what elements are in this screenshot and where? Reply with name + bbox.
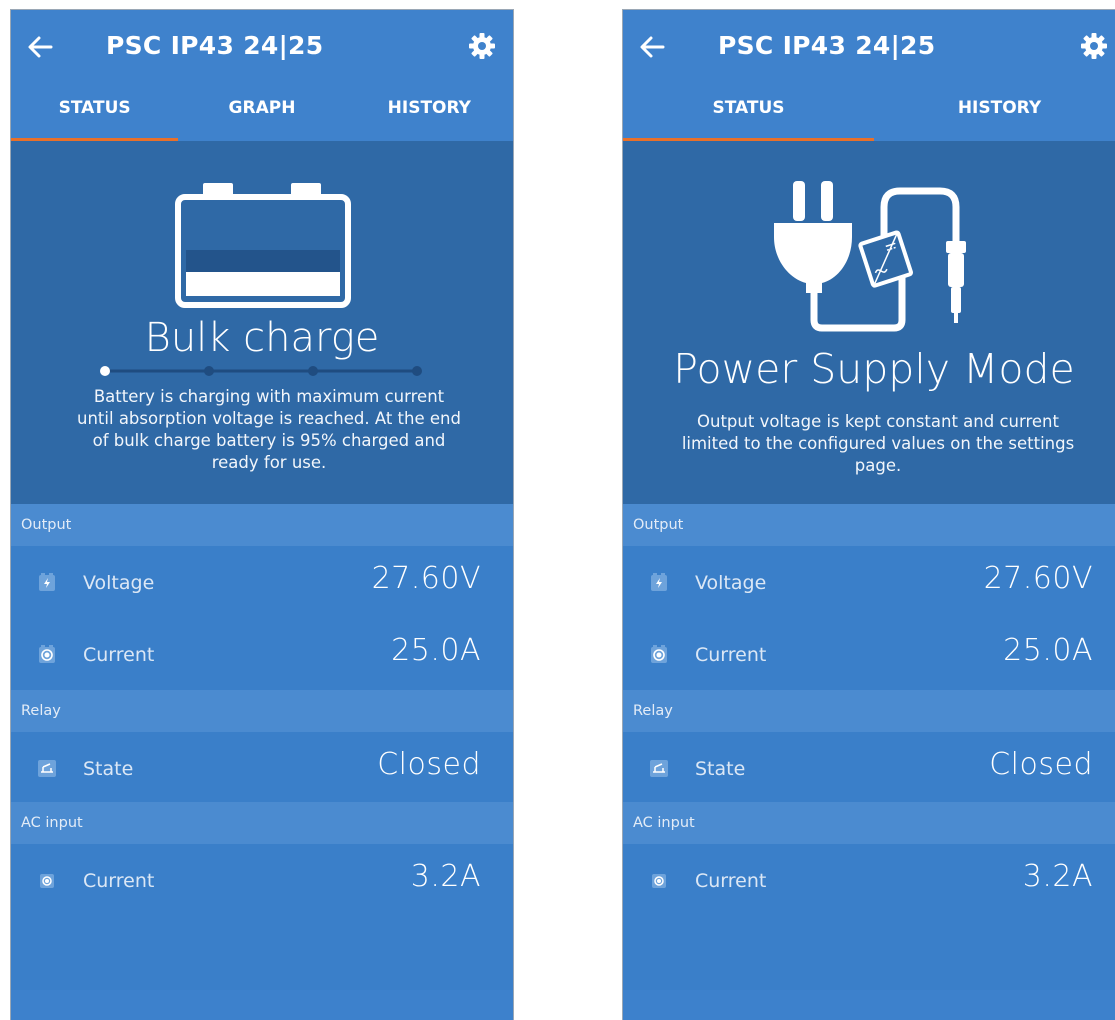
voltage-value: 27.60V: [983, 561, 1093, 596]
section-header-relay: Relay: [11, 690, 513, 732]
relay-state-row: State Closed: [11, 732, 513, 804]
current-icon: [651, 645, 667, 663]
app-header: PSC IP43 24|25 STATUS HISTORY: [623, 10, 1115, 141]
mode-title: Power Supply Mode: [673, 345, 1075, 393]
relay-state-label: State: [695, 758, 746, 780]
battery-bolt-icon: [39, 573, 55, 591]
current-icon: [39, 645, 55, 663]
tab-status[interactable]: STATUS: [11, 95, 179, 141]
section-header-ac-input: AC input: [623, 802, 1115, 844]
section-header-output: Output: [11, 504, 513, 546]
relay-state-value: Closed: [377, 747, 481, 782]
ac-current-label: Current: [83, 870, 155, 892]
tab-history[interactable]: HISTORY: [346, 95, 513, 141]
section-header-relay: Relay: [623, 690, 1115, 732]
ac-current-row: Current 3.2A: [11, 844, 513, 916]
ac-current-value: 3.2A: [410, 859, 481, 894]
current-label: Current: [83, 644, 155, 666]
power-supply-mode-panel: Power Supply Mode Output voltage is kept…: [623, 141, 1115, 504]
gear-icon[interactable]: [467, 31, 497, 61]
tab-status[interactable]: STATUS: [623, 95, 874, 141]
voltage-label: Voltage: [695, 572, 767, 594]
current-value: 25.0A: [391, 633, 481, 668]
relay-state-label: State: [83, 758, 134, 780]
battery-illustration-icon: [175, 183, 351, 308]
charge-state-panel: Bulk charge Battery is charging with max…: [11, 141, 513, 504]
output-voltage-row: Voltage 27.60V: [11, 546, 513, 618]
relay-icon: [650, 760, 668, 777]
ac-current-label: Current: [695, 870, 767, 892]
charger-status-screen: PSC IP43 24|25 STATUS GRAPH HISTORY Bulk: [10, 9, 514, 1020]
output-current-row: Current 25.0A: [623, 618, 1115, 690]
tab-bar: STATUS GRAPH HISTORY: [11, 95, 513, 141]
gear-icon[interactable]: [1079, 31, 1109, 61]
plug-adapter-illustration-icon: [774, 181, 966, 332]
ac-current-icon: [40, 874, 54, 888]
ac-current-value: 3.2A: [1022, 859, 1093, 894]
ac-current-icon: [652, 874, 666, 888]
bottom-bar: [11, 990, 513, 1020]
tab-history[interactable]: HISTORY: [874, 95, 1115, 141]
current-label: Current: [695, 644, 767, 666]
output-current-row: Current 25.0A: [11, 618, 513, 690]
device-title: PSC IP43 24|25: [718, 31, 936, 60]
tab-bar: STATUS HISTORY: [623, 95, 1115, 141]
relay-icon: [38, 760, 56, 777]
section-header-output: Output: [623, 504, 1115, 546]
output-voltage-row: Voltage 27.60V: [623, 546, 1115, 618]
relay-state-value: Closed: [989, 747, 1093, 782]
relay-state-row: State Closed: [623, 732, 1115, 804]
device-title: PSC IP43 24|25: [106, 31, 324, 60]
app-header: PSC IP43 24|25 STATUS GRAPH HISTORY: [11, 10, 513, 141]
tab-graph[interactable]: GRAPH: [178, 95, 345, 141]
bottom-bar: [623, 990, 1115, 1020]
section-header-ac-input: AC input: [11, 802, 513, 844]
current-value: 25.0A: [1003, 633, 1093, 668]
charge-stage-progress: [100, 366, 422, 376]
mode-description: Output voltage is kept constant and curr…: [681, 412, 1075, 475]
voltage-label: Voltage: [83, 572, 155, 594]
ac-current-row: Current 3.2A: [623, 844, 1115, 916]
charge-state-description: Battery is charging with maximum current…: [77, 387, 461, 472]
back-arrow-icon[interactable]: [25, 32, 55, 62]
charge-state-title: Bulk charge: [144, 315, 380, 361]
back-arrow-icon[interactable]: [637, 32, 667, 62]
power-supply-status-screen: PSC IP43 24|25 STATUS HISTORY Power Supp…: [622, 9, 1115, 1020]
voltage-value: 27.60V: [371, 561, 481, 596]
battery-bolt-icon: [651, 573, 667, 591]
